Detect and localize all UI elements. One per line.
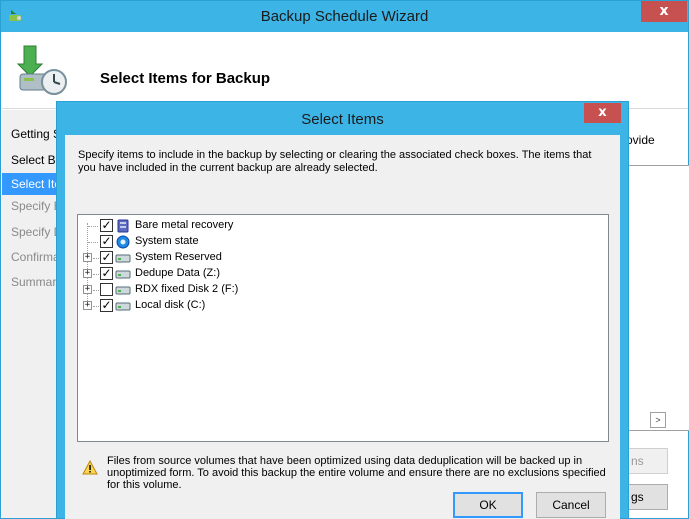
wizard-title: Backup Schedule Wizard [260, 8, 429, 25]
items-tree[interactable]: ✓ Bare metal recovery ✓ System state + ✓… [77, 214, 609, 442]
tree-connector-h [93, 290, 99, 291]
checkbox-local-disk[interactable]: ✓ [100, 299, 113, 312]
expand-icon[interactable]: + [83, 253, 92, 262]
tree-item-system-state[interactable]: ✓ System state [78, 234, 608, 250]
remove-items-button[interactable]: ns [626, 448, 668, 474]
dedup-warning-text: Files from source volumes that have been… [107, 455, 606, 491]
drive-icon [115, 270, 131, 279]
nav-item-summary[interactable]: Summary [2, 271, 58, 293]
tree-connector-h [93, 274, 99, 275]
checkbox-system-state[interactable]: ✓ [100, 235, 113, 248]
select-items-dialog: Select Items x Specify items to include … [56, 101, 629, 519]
cancel-button[interactable]: Cancel [536, 492, 606, 518]
checkbox-rdx-disk[interactable] [100, 283, 113, 296]
tree-label-rdx-disk: RDX fixed Disk 2 (F:) [135, 283, 239, 295]
expand-icon[interactable]: + [83, 269, 92, 278]
tree-label-local-disk: Local disk (C:) [135, 299, 206, 311]
checkbox-bare-metal[interactable]: ✓ [100, 219, 113, 232]
tree-label-system-state: System state [135, 235, 199, 247]
tree-item-bare-metal[interactable]: ✓ Bare metal recovery [78, 218, 608, 234]
tree-connector-h [93, 258, 99, 259]
tree-item-local-disk[interactable]: + ✓ Local disk (C:) [78, 298, 608, 314]
wizard-header: Select Items for Backup [2, 32, 688, 109]
tree-label-system-reserved: System Reserved [135, 251, 222, 263]
tree-label-dedupe-data: Dedupe Data (Z:) [135, 267, 220, 279]
advanced-settings-button[interactable]: gs [626, 484, 668, 510]
wizard-close-button[interactable]: x [641, 1, 687, 22]
nav-item-select-backup-configuration[interactable]: Select Backup Configuration [2, 149, 58, 171]
tree-connector-h [88, 242, 98, 243]
warning-icon [82, 460, 98, 475]
dialog-title: Select Items [301, 111, 384, 128]
main-description-fragment: ovide [626, 133, 655, 147]
tree-item-dedupe-data[interactable]: + ✓ Dedupe Data (Z:) [78, 266, 608, 282]
dialog-close-button[interactable]: x [584, 103, 621, 123]
drive-icon [115, 286, 131, 295]
tree-item-system-reserved[interactable]: + ✓ System Reserved [78, 250, 608, 266]
checkbox-system-reserved[interactable]: ✓ [100, 251, 113, 264]
nav-item-select-items[interactable]: Select Items for Backup [2, 173, 58, 195]
system-state-icon [116, 235, 130, 249]
backup-items-list[interactable] [626, 165, 689, 431]
expand-icon[interactable]: + [83, 285, 92, 294]
nav-item-getting-started[interactable]: Getting Started [2, 123, 58, 145]
wizard-titlebar[interactable]: Backup Schedule Wizard x [1, 1, 688, 32]
ok-button[interactable]: OK [453, 492, 523, 518]
drive-icon [115, 302, 131, 311]
drive-icon [115, 254, 131, 263]
dialog-description: Specify items to include in the backup b… [78, 149, 592, 174]
tree-item-rdx-disk[interactable]: + RDX fixed Disk 2 (F:) [78, 282, 608, 298]
scroll-right-arrow[interactable]: > [650, 412, 666, 428]
expand-icon[interactable]: + [83, 301, 92, 310]
nav-item-specify-backup-time[interactable]: Specify Backup Time [2, 195, 58, 217]
nav-item-confirmation[interactable]: Confirmation [2, 246, 58, 268]
tree-connector-h [88, 226, 98, 227]
dialog-client-area: Specify items to include in the backup b… [65, 135, 620, 519]
checkbox-dedupe-data[interactable]: ✓ [100, 267, 113, 280]
bare-metal-icon [117, 219, 129, 233]
nav-item-specify-destination-type[interactable]: Specify Destination Type [2, 221, 58, 243]
wizard-nav-pane: Getting Started Select Backup Configurat… [2, 110, 58, 518]
wizard-page-title: Select Items for Backup [100, 70, 271, 87]
backup-wizard-icon [16, 45, 67, 95]
tree-label-bare-metal: Bare metal recovery [135, 219, 234, 231]
tree-connector-h [93, 306, 99, 307]
